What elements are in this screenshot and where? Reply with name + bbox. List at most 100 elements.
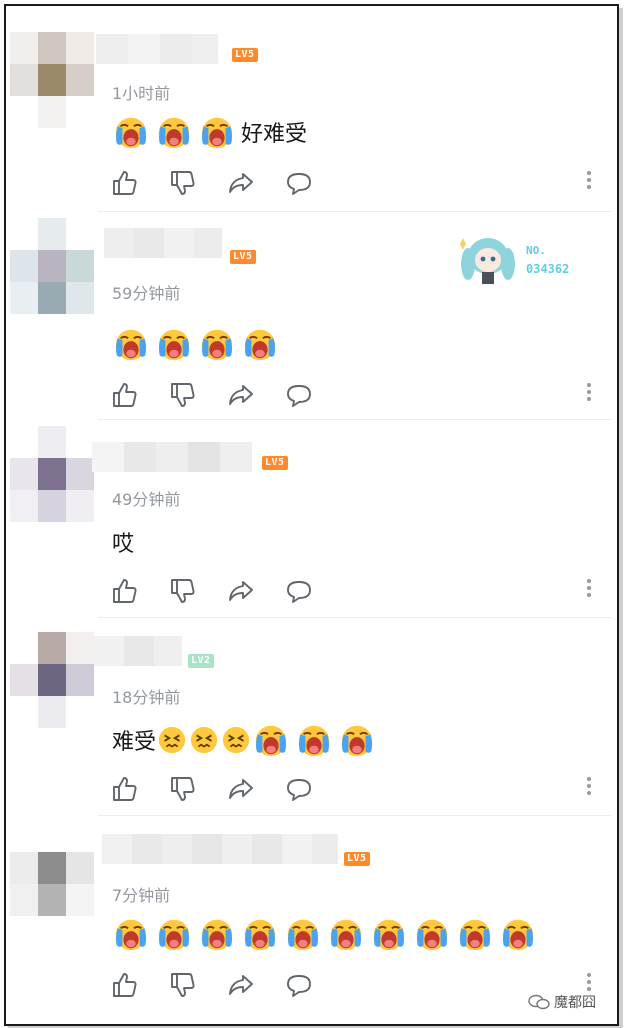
character-badge-icon [460, 238, 515, 284]
crying-emoji [112, 113, 155, 151]
reply-icon [287, 173, 311, 195]
share-icon [229, 779, 253, 799]
dislike-icon [171, 579, 195, 603]
share-icon [229, 385, 253, 405]
crying-emoji [198, 915, 241, 953]
comment-content: 哎 [112, 524, 134, 560]
like-icon [113, 777, 137, 801]
username-blurred[interactable] [102, 834, 338, 866]
crying-emoji [295, 721, 338, 759]
share-button[interactable] [226, 774, 256, 804]
like-button[interactable] [110, 774, 140, 804]
share-button[interactable] [226, 168, 256, 198]
reply-button[interactable] [284, 576, 314, 606]
more-options-button[interactable] [584, 576, 594, 606]
level-badge: LV5 [232, 48, 258, 62]
comment-time: 18分钟前 [112, 688, 181, 707]
like-icon [113, 973, 137, 997]
comment-text: 哎 [112, 532, 135, 557]
crying-emoji [155, 325, 198, 363]
confounded-emoji [188, 725, 220, 755]
crying-emoji [112, 915, 155, 953]
confounded-emoji [156, 725, 188, 755]
comment-actions [110, 774, 610, 804]
crying-emoji [499, 915, 542, 953]
like-button[interactable] [110, 380, 140, 410]
dislike-button[interactable] [168, 576, 198, 606]
share-icon [229, 173, 253, 193]
like-button[interactable] [110, 576, 140, 606]
dislike-icon [171, 383, 195, 407]
watermark: 魔都囧 [528, 992, 596, 1012]
comment-content [112, 324, 284, 364]
comment-item: LV5 49分钟前 哎 [6, 420, 617, 618]
level-badge: LV5 [344, 852, 370, 866]
username-blurred[interactable] [92, 442, 260, 474]
comment-list: LV5 1小时前 好难受 LV5 NO. 034362 59分钟前 LV5 49… [4, 4, 619, 1026]
comment-time: 49分钟前 [112, 490, 181, 509]
crying-emoji [155, 915, 198, 953]
comment-text: 好难受 [241, 122, 308, 147]
level-badge: LV5 [262, 456, 288, 470]
reply-button[interactable] [284, 970, 314, 1000]
avatar[interactable] [10, 426, 96, 522]
dislike-button[interactable] [168, 970, 198, 1000]
comment-time: 1小时前 [112, 84, 171, 103]
dislike-button[interactable] [168, 168, 198, 198]
crying-emoji [155, 113, 198, 151]
dislike-button[interactable] [168, 380, 198, 410]
confounded-emoji [220, 725, 252, 755]
share-button[interactable] [226, 576, 256, 606]
comment-item: LV5 7分钟前 [6, 816, 617, 1024]
comment-text: 难受 [112, 730, 157, 755]
username-blurred[interactable] [94, 636, 184, 668]
watermark-text: 魔都囧 [554, 995, 596, 1011]
reply-button[interactable] [284, 168, 314, 198]
share-icon [229, 975, 253, 995]
more-options-button[interactable] [584, 774, 594, 804]
share-button[interactable] [226, 970, 256, 1000]
reply-button[interactable] [284, 380, 314, 410]
fan-badge: NO. 034362 [454, 226, 594, 290]
crying-emoji [370, 915, 413, 953]
dislike-button[interactable] [168, 774, 198, 804]
comment-item: LV5 NO. 034362 59分钟前 [6, 212, 617, 420]
comment-actions [110, 380, 610, 410]
like-icon [113, 383, 137, 407]
comment-time: 59分钟前 [112, 284, 181, 303]
reply-button[interactable] [284, 774, 314, 804]
crying-emoji [241, 915, 284, 953]
username-blurred[interactable] [96, 34, 226, 66]
crying-emoji [112, 325, 155, 363]
level-badge: LV2 [188, 654, 214, 668]
avatar[interactable] [10, 218, 96, 314]
fan-badge-label: NO. [526, 244, 546, 257]
crying-emoji [198, 325, 241, 363]
reply-icon [287, 975, 311, 997]
comment-item: LV5 1小时前 好难受 [6, 6, 617, 212]
avatar[interactable] [10, 32, 96, 128]
comment-content: 难受 [112, 720, 381, 760]
comment-time: 7分钟前 [112, 886, 171, 905]
crying-emoji [241, 325, 284, 363]
comment-item: LV2 18分钟前 难受 [6, 618, 617, 816]
avatar[interactable] [10, 820, 96, 916]
like-button[interactable] [110, 168, 140, 198]
reply-icon [287, 581, 311, 603]
share-icon [229, 581, 253, 601]
reply-icon [287, 385, 311, 407]
more-options-button[interactable] [584, 380, 594, 410]
comment-actions [110, 168, 610, 198]
dislike-icon [171, 171, 195, 195]
crying-emoji [252, 721, 295, 759]
share-button[interactable] [226, 380, 256, 410]
like-button[interactable] [110, 970, 140, 1000]
more-options-button[interactable] [584, 168, 594, 198]
like-icon [113, 579, 137, 603]
username-blurred[interactable] [104, 228, 234, 260]
comment-actions [110, 576, 610, 606]
comment-content [112, 914, 542, 954]
fan-badge-number: 034362 [526, 262, 570, 276]
avatar[interactable] [10, 632, 96, 728]
crying-emoji [338, 721, 381, 759]
